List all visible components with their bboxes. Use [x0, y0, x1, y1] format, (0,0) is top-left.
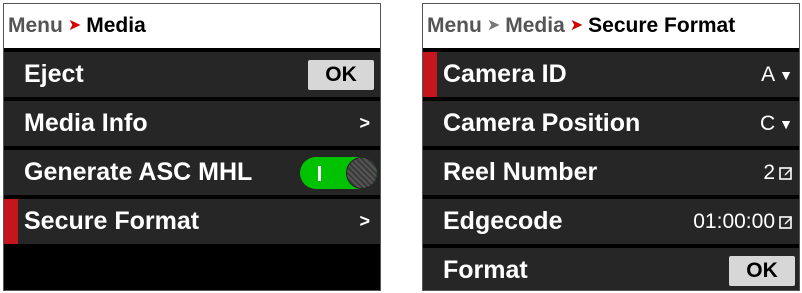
secure-format-panel: Menu ➤ Media ➤ Secure Format Camera ID A…: [422, 3, 800, 291]
menu-item-media-info[interactable]: Media Info >: [4, 101, 380, 146]
breadcrumb: Menu ➤ Media ➤ Secure Format: [423, 4, 799, 48]
menu-item-label: Secure Format: [24, 207, 200, 235]
setting-format[interactable]: Format OK: [423, 248, 799, 290]
breadcrumb-current: Secure Format: [588, 14, 736, 37]
selection-indicator: [4, 199, 18, 244]
menu-item-label: Media Info: [24, 109, 148, 137]
setting-label: Camera Position: [443, 109, 641, 137]
format-ok-button[interactable]: OK: [729, 255, 795, 286]
media-menu-panel: Menu ➤ Media Eject OK Media Info > Gener…: [3, 3, 381, 291]
edgecode-value: 01:00:00: [693, 209, 775, 233]
menu-item-generate-asc-mhl[interactable]: Generate ASC MHL: [4, 150, 380, 195]
toggle-knob[interactable]: [346, 156, 378, 189]
breadcrumb-separator-icon: ➤: [67, 17, 82, 34]
setting-reel-number[interactable]: Reel Number 2: [423, 150, 799, 195]
reel-number-value: 2: [763, 160, 775, 184]
generate-mhl-toggle[interactable]: [300, 156, 378, 189]
menu-item-label: Generate ASC MHL: [24, 158, 253, 186]
breadcrumb-menu[interactable]: Menu: [8, 14, 63, 38]
breadcrumb-separator-icon: ➤: [486, 17, 501, 34]
eject-ok-button[interactable]: OK: [308, 59, 374, 90]
chevron-down-icon[interactable]: ▼: [779, 67, 793, 83]
breadcrumb-menu[interactable]: Menu: [427, 14, 482, 38]
setting-label: Camera ID: [443, 60, 567, 88]
edit-icon[interactable]: [779, 215, 793, 229]
camera-id-value: A: [761, 62, 776, 86]
breadcrumb-media[interactable]: Media: [505, 14, 565, 38]
edit-icon[interactable]: [779, 166, 793, 180]
chevron-right-icon: >: [359, 211, 370, 231]
setting-edgecode[interactable]: Edgecode 01:00:00: [423, 199, 799, 244]
breadcrumb-separator-icon: ➤: [569, 17, 584, 34]
chevron-down-icon[interactable]: ▼: [779, 116, 793, 132]
camera-position-value: C: [759, 111, 776, 135]
menu-item-secure-format[interactable]: Secure Format >: [4, 199, 380, 244]
setting-label: Edgecode: [443, 207, 563, 235]
chevron-right-icon: >: [359, 113, 370, 133]
setting-camera-id[interactable]: Camera ID A ▼: [423, 52, 799, 97]
setting-camera-position[interactable]: Camera Position C ▼: [423, 101, 799, 146]
menu-item-eject[interactable]: Eject OK: [4, 52, 380, 97]
breadcrumb-current: Media: [86, 14, 146, 37]
toggle-on-indicator-icon: [318, 165, 321, 181]
menu-item-label: Eject: [24, 60, 84, 88]
breadcrumb: Menu ➤ Media: [4, 4, 380, 48]
setting-label: Reel Number: [443, 158, 598, 186]
setting-label: Format: [443, 256, 528, 284]
selection-indicator: [423, 52, 437, 97]
